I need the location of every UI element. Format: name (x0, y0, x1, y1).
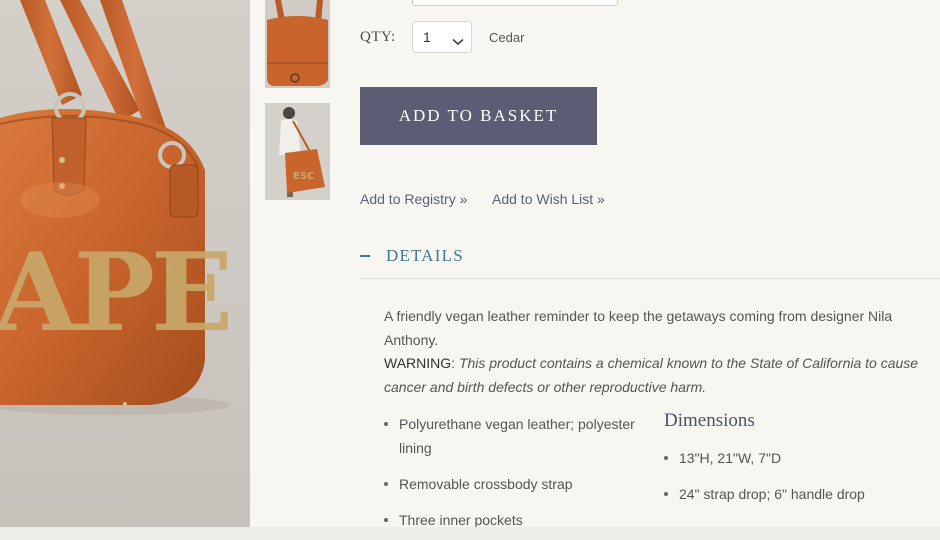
dimensions-list: 13"H, 21"W, 7"D 24" strap drop; 6" handl… (664, 446, 934, 518)
page-bottom-edge (0, 527, 940, 540)
quantity-value: 1 (423, 29, 431, 45)
product-description: A friendly vegan leather reminder to kee… (384, 308, 919, 395)
main-product-image: APE (0, 0, 250, 527)
details-toggle[interactable]: DETAILS (360, 246, 464, 266)
chevron-down-icon (452, 33, 464, 49)
svg-text:ESC: ESC (293, 171, 314, 182)
add-to-wish-list-link[interactable]: Add to Wish List » (492, 191, 605, 207)
warning-label: WARNING (384, 355, 452, 371)
details-divider (360, 278, 940, 279)
list-item: 24" strap drop; 6" handle drop (664, 482, 934, 506)
feature-list: Polyurethane vegan leather; polyester li… (384, 412, 654, 532)
dimensions-heading: Dimensions (664, 410, 755, 431)
list-item: Removable crossbody strap (384, 472, 654, 496)
quantity-select[interactable]: 1 (412, 21, 472, 53)
list-item: 13"H, 21"W, 7"D (664, 446, 934, 470)
description-text: A friendly vegan leather reminder to kee… (384, 308, 893, 348)
collapse-icon (360, 255, 370, 257)
qty-label: QTY: (360, 29, 396, 45)
add-to-basket-button[interactable]: ADD TO BASKET (360, 87, 597, 145)
details-heading: DETAILS (386, 246, 464, 265)
size-select-remnant[interactable] (412, 0, 618, 6)
list-item: Polyurethane vegan leather; polyester li… (384, 412, 654, 460)
bag-lettering: APE (0, 230, 229, 356)
add-to-registry-link[interactable]: Add to Registry » (360, 191, 467, 207)
thumbnail-bag-front[interactable] (265, 0, 330, 88)
thumbnail-bag-on-model[interactable]: ESC (265, 103, 330, 200)
selected-color-name: Cedar (489, 30, 525, 45)
warning-text: This product contains a chemical known t… (384, 355, 919, 395)
